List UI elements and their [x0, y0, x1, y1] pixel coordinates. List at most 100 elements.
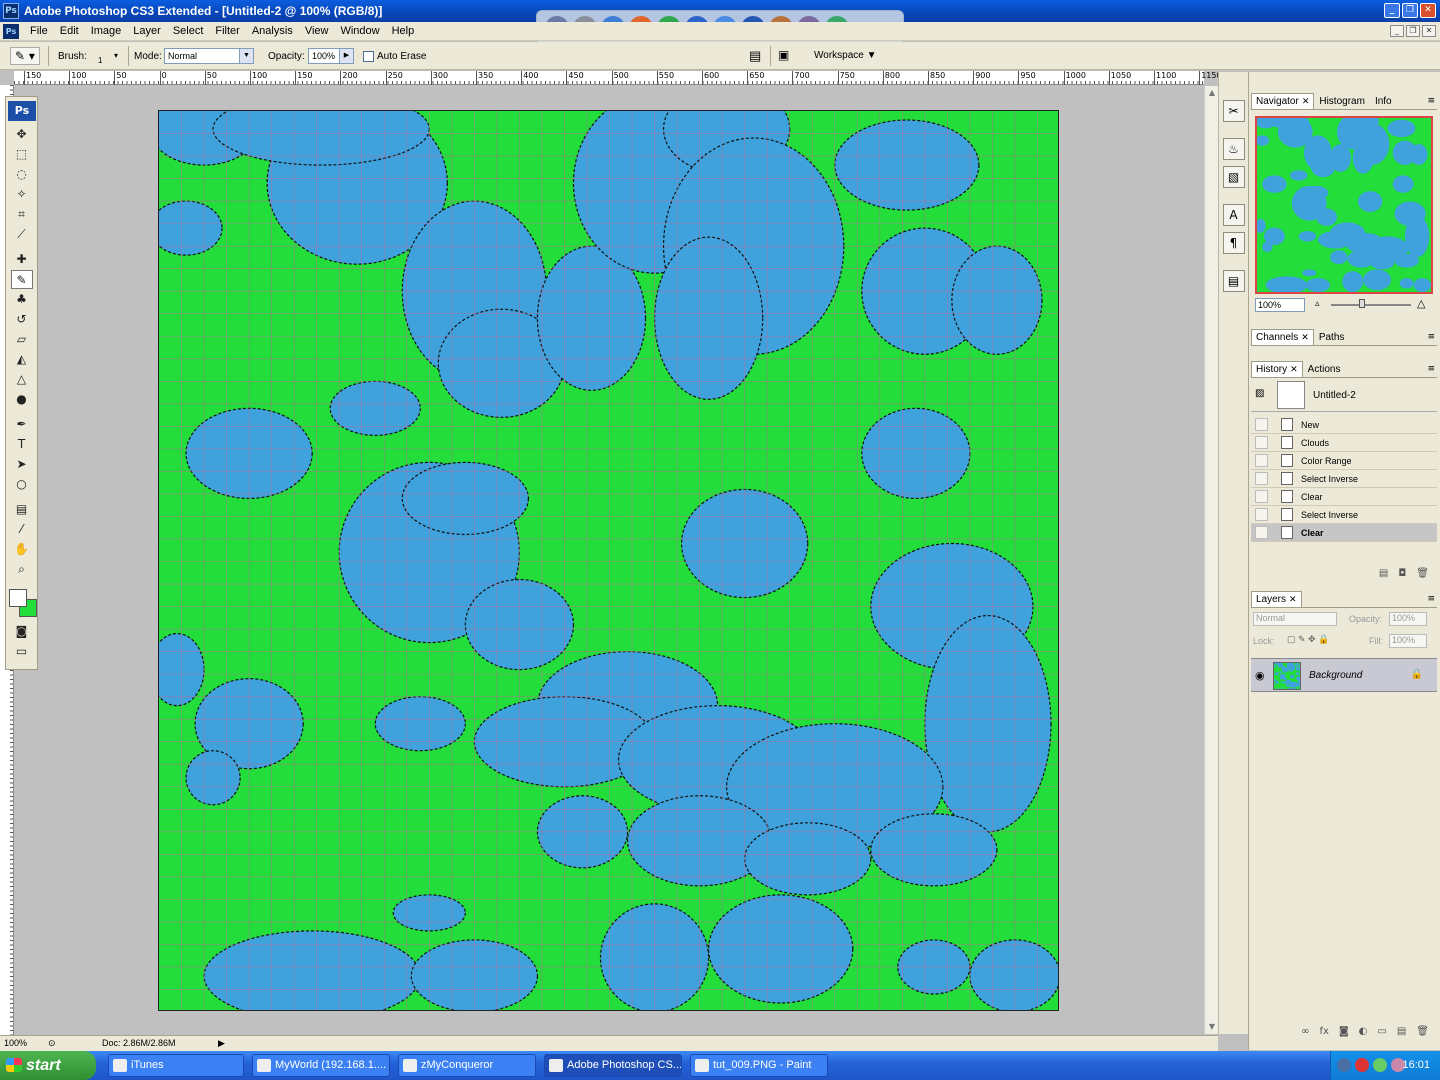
- menu-layer[interactable]: Layer: [127, 25, 167, 37]
- workspace-menu[interactable]: Workspace ▼: [814, 50, 877, 66]
- minimize-button[interactable]: _: [1384, 3, 1400, 18]
- tab-histogram[interactable]: Histogram: [1314, 93, 1370, 109]
- history-source-checkbox[interactable]: [1255, 454, 1268, 467]
- pencil-icon[interactable]: ✎: [10, 270, 33, 289]
- tab-navigator[interactable]: Navigator ✕: [1251, 93, 1315, 109]
- zoom-in-icon[interactable]: △: [1417, 297, 1425, 310]
- tray-network-icon[interactable]: [1337, 1058, 1351, 1072]
- menu-view[interactable]: View: [299, 25, 335, 37]
- lasso-icon[interactable]: ◌: [11, 165, 33, 184]
- horizontal-ruler[interactable]: 150 100 50 0 50 100 150 200 250 300 350 400 450 500 55…: [14, 71, 1222, 85]
- doc-minimize-button[interactable]: _: [1390, 25, 1404, 37]
- zoom-icon[interactable]: ⌕: [11, 560, 33, 579]
- layer-comps-panel-icon[interactable]: ▤: [1222, 270, 1245, 292]
- new-document-from-state-icon[interactable]: ▤: [1379, 568, 1388, 584]
- zoom-out-icon[interactable]: ▵: [1315, 298, 1320, 309]
- history-state[interactable]: Clouds: [1251, 434, 1437, 452]
- scroll-down-icon[interactable]: ▼: [1205, 1020, 1219, 1034]
- history-source-checkbox[interactable]: [1255, 526, 1268, 539]
- history-brush-source-icon[interactable]: ▨: [1255, 388, 1264, 399]
- history-source-checkbox[interactable]: [1255, 418, 1268, 431]
- navigator-thumbnail[interactable]: [1255, 116, 1433, 294]
- document-canvas[interactable]: [158, 110, 1059, 1011]
- history-state[interactable]: Clear: [1251, 524, 1437, 542]
- lock-icons[interactable]: ▢ ✎ ✥ 🔒: [1287, 634, 1329, 645]
- character-panel-icon[interactable]: A: [1222, 204, 1245, 226]
- tray-messenger-icon[interactable]: [1373, 1058, 1387, 1072]
- dodge-icon[interactable]: ●: [11, 390, 33, 409]
- notes-icon[interactable]: ▤: [11, 500, 33, 519]
- start-button[interactable]: start: [0, 1051, 96, 1080]
- history-menu-icon[interactable]: ≡: [1427, 364, 1435, 374]
- close-button[interactable]: ✕: [1420, 3, 1436, 18]
- scroll-up-icon[interactable]: ▲: [1205, 86, 1219, 100]
- history-source-checkbox[interactable]: [1255, 472, 1268, 485]
- doc-restore-button[interactable]: ❐: [1406, 25, 1420, 37]
- opacity-field[interactable]: 100% ▶: [308, 48, 354, 64]
- hand-icon[interactable]: ✋: [11, 540, 33, 559]
- healing-brush-icon[interactable]: ✚: [11, 250, 33, 269]
- brush-picker-arrow[interactable]: ▾: [114, 51, 118, 60]
- history-source-checkbox[interactable]: [1255, 490, 1268, 503]
- brushes-panel-icon[interactable]: ♨: [1222, 138, 1245, 160]
- crop-icon[interactable]: ⌗: [11, 205, 33, 224]
- history-brush-icon[interactable]: ↺: [11, 310, 33, 329]
- menu-select[interactable]: Select: [167, 25, 210, 37]
- taskbar-button[interactable]: iTunes: [108, 1054, 244, 1077]
- eyedropper-icon[interactable]: ⁄: [11, 520, 33, 539]
- tab-paths[interactable]: Paths: [1314, 329, 1350, 345]
- taskbar-button[interactable]: MyWorld (192.168.1....: [252, 1054, 390, 1077]
- panel-menu-icon[interactable]: ≡: [1427, 96, 1435, 106]
- menu-image[interactable]: Image: [85, 25, 128, 37]
- adjustment-layer-icon[interactable]: ◐: [1359, 1026, 1368, 1042]
- status-zoom[interactable]: 100%: [4, 1038, 27, 1048]
- tray-antivirus-icon[interactable]: [1355, 1058, 1369, 1072]
- zoom-slider-track[interactable]: [1331, 304, 1411, 306]
- type-icon[interactable]: T: [11, 435, 33, 454]
- menu-analysis[interactable]: Analysis: [246, 25, 299, 37]
- foreground-color[interactable]: [9, 589, 27, 607]
- move-icon[interactable]: ✥: [11, 125, 33, 144]
- eraser-icon[interactable]: ▱: [11, 330, 33, 349]
- status-menu-arrow[interactable]: ▶: [218, 1038, 225, 1049]
- new-layer-icon[interactable]: ▤: [1397, 1026, 1406, 1042]
- layers-menu-icon[interactable]: ≡: [1427, 594, 1435, 604]
- auto-erase-checkbox[interactable]: [363, 51, 374, 62]
- navigator-zoom-field[interactable]: 100%: [1255, 298, 1305, 312]
- layer-mask-icon[interactable]: ◙: [1339, 1026, 1349, 1042]
- paint-bucket-icon[interactable]: ◭: [11, 350, 33, 369]
- blur-icon[interactable]: △: [11, 370, 33, 389]
- tab-channels[interactable]: Channels ✕: [1251, 329, 1314, 345]
- history-state[interactable]: Select Inverse: [1251, 506, 1437, 524]
- history-source-checkbox[interactable]: [1255, 436, 1268, 449]
- screen-mode-icon[interactable]: ▭: [11, 642, 33, 661]
- new-snapshot-icon[interactable]: ◘: [1398, 568, 1406, 584]
- restore-button[interactable]: ❐: [1402, 3, 1418, 18]
- photoshop-logo[interactable]: Ps: [8, 101, 36, 121]
- history-state[interactable]: Select Inverse: [1251, 470, 1437, 488]
- palette-well-icon[interactable]: ▤: [749, 48, 761, 64]
- history-state[interactable]: Clear: [1251, 488, 1437, 506]
- tool-preset-picker[interactable]: ✎ ▾: [10, 47, 40, 65]
- delete-state-icon[interactable]: 🗑: [1416, 568, 1429, 584]
- taskbar-button[interactable]: zMyConqueror: [398, 1054, 536, 1077]
- fill-field[interactable]: 100%: [1389, 634, 1427, 648]
- mode-select[interactable]: Normal ▼: [164, 48, 254, 64]
- tab-actions[interactable]: Actions: [1303, 361, 1346, 377]
- history-source-checkbox[interactable]: [1255, 508, 1268, 521]
- doc-close-button[interactable]: ✕: [1422, 25, 1436, 37]
- menu-file[interactable]: File: [24, 25, 54, 37]
- paragraph-panel-icon[interactable]: ¶: [1222, 232, 1245, 254]
- quick-mask-icon[interactable]: ◙: [11, 622, 33, 641]
- tab-history[interactable]: History ✕: [1251, 361, 1303, 377]
- ellipse-icon[interactable]: ○: [11, 475, 33, 494]
- channels-menu-icon[interactable]: ≡: [1427, 332, 1435, 342]
- layer-style-icon[interactable]: fx: [1320, 1026, 1329, 1042]
- marquee-icon[interactable]: ⬚: [11, 145, 33, 164]
- path-selection-icon[interactable]: ➤: [11, 455, 33, 474]
- clone-source-panel-icon[interactable]: ▧: [1222, 166, 1245, 188]
- new-group-icon[interactable]: ▭: [1377, 1026, 1386, 1042]
- menu-filter[interactable]: Filter: [209, 25, 245, 37]
- menu-help[interactable]: Help: [386, 25, 421, 37]
- history-state[interactable]: New: [1251, 416, 1437, 434]
